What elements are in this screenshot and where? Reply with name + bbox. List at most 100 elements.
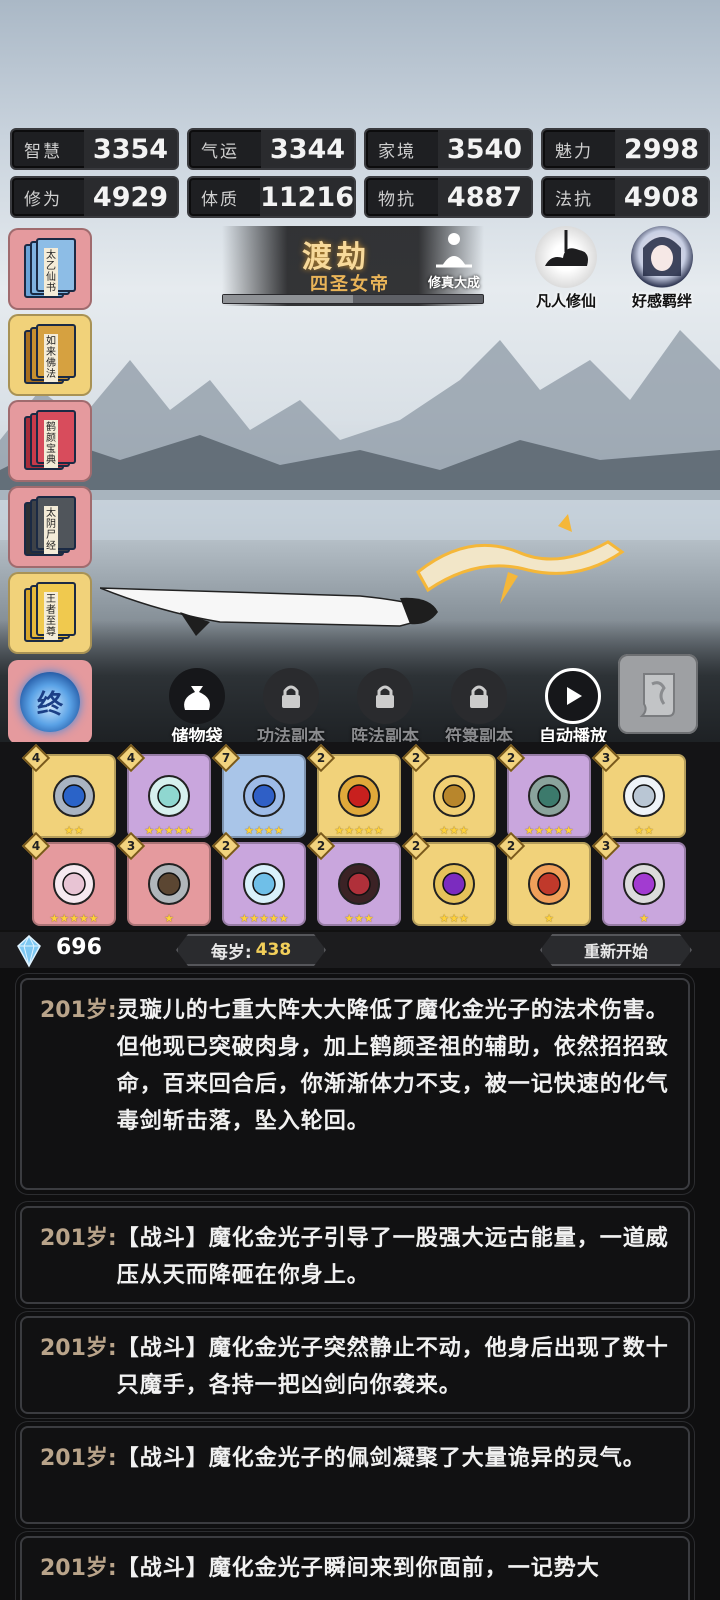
inventory-grid: 4 ★★ 4 ★★★★★ 7 ★★★★ 2 ★★★★★ 2 ★★★ 2 ★★★★★ 3 ★★ 4 ★★★★★ 3… bbox=[21, 743, 686, 926]
log-age: 201岁: bbox=[40, 998, 117, 1023]
inventory-item[interactable]: 2 ★★★ bbox=[401, 831, 496, 926]
log-text: 【战斗】魔化金光子引导了一股强大远古能量，一道威压从天而降砸在你身上。 bbox=[116, 1226, 669, 1288]
meditation-button[interactable]: 修真大成 bbox=[428, 230, 480, 291]
dragon-ring-icon bbox=[433, 775, 475, 817]
item-level: 3 bbox=[601, 751, 611, 765]
inventory-panel: 4 ★★ 4 ★★★★★ 7 ★★★★ 2 ★★★★★ 2 ★★★ 2 ★★★★★ 3 ★★ 4 ★★★★★ 3… bbox=[0, 742, 720, 930]
age-value: 438 bbox=[255, 940, 292, 960]
affection-bond-button[interactable]: 好感羁绊 bbox=[622, 226, 702, 311]
log-age: 201岁: bbox=[40, 1446, 117, 1471]
inventory-item[interactable]: 2 ★★★★★ bbox=[306, 743, 401, 838]
stat-physical-resist: 物抗 4887 bbox=[364, 176, 533, 218]
item-stars: ★★★★★ bbox=[524, 824, 574, 837]
inventory-item[interactable]: 4 ★★★★★ bbox=[21, 831, 116, 926]
item-level-badge: 2 bbox=[306, 743, 336, 773]
item-level: 4 bbox=[126, 751, 136, 765]
formation-dungeon-button[interactable]: 阵法副本 bbox=[338, 668, 432, 747]
stat-wisdom: 智慧 3354 bbox=[10, 128, 179, 170]
stat-value: 3344 bbox=[261, 130, 354, 168]
inventory-item[interactable]: 3 ★★ bbox=[591, 743, 686, 838]
end-flame-icon: 终 bbox=[20, 672, 80, 732]
stat-label: 气运 bbox=[201, 141, 239, 162]
gem-count: 696 bbox=[56, 935, 102, 960]
sidebar: 太乙仙书 如来佛法 鹤颜宝典 太阴尸经 王者至尊 终 bbox=[8, 228, 92, 744]
stat-label: 智慧 bbox=[24, 141, 62, 162]
inventory-item[interactable]: 3 ★ bbox=[116, 831, 211, 926]
age-label: 每岁: bbox=[210, 942, 252, 963]
talisman-dungeon-button[interactable]: 符箓副本 bbox=[432, 668, 526, 747]
mortal-cultivation-label: 凡人修仙 bbox=[535, 292, 596, 310]
golden-dragon-enemy bbox=[416, 514, 625, 604]
red-boots-icon bbox=[528, 863, 570, 905]
item-level: 4 bbox=[31, 751, 41, 765]
item-stars: ★★★ bbox=[344, 912, 374, 925]
book-button-taiyi[interactable]: 太乙仙书 bbox=[8, 228, 92, 310]
log-entry: 201岁: 【战斗】魔化金光子瞬间来到你面前，一记势大 bbox=[20, 1536, 690, 1600]
end-button[interactable]: 终 bbox=[8, 660, 92, 744]
log-text: 【战斗】魔化金光子突然静止不动，他身后出现了数十只魔手，各持一把凶剑向你袭来。 bbox=[116, 1336, 669, 1398]
book-icon: 太阴尸经 bbox=[22, 496, 78, 558]
realm-progress-fill bbox=[223, 295, 353, 303]
item-level-badge: 3 bbox=[591, 743, 621, 773]
boots-icon bbox=[243, 775, 285, 817]
log-age: 201岁: bbox=[40, 1226, 117, 1251]
inventory-item[interactable]: 4 ★★★★★ bbox=[116, 743, 211, 838]
technique-dungeon-button[interactable]: 功法副本 bbox=[244, 668, 338, 747]
item-stars: ★ bbox=[544, 912, 554, 925]
item-level: 2 bbox=[221, 839, 231, 853]
stat-cultivation: 修为 4929 bbox=[10, 176, 179, 218]
stats-panel: 智慧 3354 气运 3344 家境 3540 魅力 2998 修为 4929 体质 112… bbox=[10, 128, 710, 218]
inventory-item[interactable]: 7 ★★★★ bbox=[211, 743, 306, 838]
book-button-heyan[interactable]: 鹤颜宝典 bbox=[8, 400, 92, 482]
book-title: 如来佛法 bbox=[44, 334, 58, 382]
meditation-icon bbox=[436, 233, 472, 268]
serpent-ring-icon bbox=[338, 863, 380, 905]
stat-constitution: 体质 11216 bbox=[187, 176, 356, 218]
meditation-label: 修真大成 bbox=[428, 276, 481, 291]
autoplay-button[interactable]: 自动播放 bbox=[526, 668, 620, 747]
storage-bag-button[interactable]: 储物袋 bbox=[150, 668, 244, 747]
item-level: 2 bbox=[506, 839, 516, 853]
battle-scene bbox=[0, 0, 720, 760]
book-button-rulai[interactable]: 如来佛法 bbox=[8, 314, 92, 396]
sword-icon bbox=[623, 863, 665, 905]
inventory-item[interactable]: 3 ★ bbox=[591, 831, 686, 926]
stat-label: 魅力 bbox=[555, 141, 593, 162]
stat-label: 家境 bbox=[378, 141, 416, 162]
item-level: 7 bbox=[221, 751, 231, 765]
restart-button[interactable]: 重新开始 bbox=[540, 934, 692, 966]
inventory-item[interactable]: 2 ★ bbox=[496, 831, 591, 926]
item-level-badge: 2 bbox=[401, 743, 431, 773]
stat-value: 3540 bbox=[438, 130, 531, 168]
event-log[interactable]: 201岁: 灵璇儿的七重大阵大大降低了魔化金光子的法术伤害。但他现已突破肉身，加… bbox=[0, 968, 720, 1600]
item-level: 3 bbox=[126, 839, 136, 853]
book-button-taiyin[interactable]: 太阴尸经 bbox=[8, 486, 92, 568]
inventory-item[interactable]: 2 ★★★ bbox=[401, 743, 496, 838]
blue-orb-amulet-icon bbox=[53, 775, 95, 817]
book-button-wangzhe[interactable]: 王者至尊 bbox=[8, 572, 92, 654]
stat-value: 4908 bbox=[615, 178, 708, 216]
status-bar: 696 每岁: 438 重新开始 bbox=[0, 932, 720, 968]
item-level-badge: 7 bbox=[211, 743, 241, 773]
inventory-item[interactable]: 2 ★★★★★ bbox=[496, 743, 591, 838]
stat-magic-resist: 法抗 4908 bbox=[541, 176, 710, 218]
stat-label: 物抗 bbox=[378, 189, 416, 210]
action-bar: 储物袋 功法副本 阵法副本 符箓副本 自动播放 bbox=[150, 668, 620, 747]
inventory-item[interactable]: 2 ★★★ bbox=[306, 831, 401, 926]
mortal-cultivation-button[interactable]: 凡人修仙 bbox=[526, 226, 606, 311]
book-title: 鹤颜宝典 bbox=[44, 420, 58, 468]
item-stars: ★★★★★ bbox=[334, 824, 384, 837]
item-stars: ★★ bbox=[64, 824, 84, 837]
item-stars: ★★★★ bbox=[244, 824, 284, 837]
scroll-icon bbox=[639, 673, 675, 717]
log-entry: 201岁: 灵璇儿的七重大阵大大降低了魔化金光子的法术伤害。但他现已突破肉身，加… bbox=[20, 978, 690, 1190]
cloud-orb-icon bbox=[623, 775, 665, 817]
stat-charm: 魅力 2998 bbox=[541, 128, 710, 170]
inventory-item[interactable]: 4 ★★ bbox=[21, 743, 116, 838]
inventory-item[interactable]: 2 ★★★★★ bbox=[211, 831, 306, 926]
realm-progress-bar bbox=[222, 294, 484, 304]
stat-label: 修为 bbox=[24, 189, 62, 210]
lock-icon bbox=[357, 668, 413, 724]
log-entry: 201岁: 【战斗】魔化金光子突然静止不动，他身后出现了数十只魔手，各持一把凶剑… bbox=[20, 1316, 690, 1414]
scroll-menu-button[interactable] bbox=[618, 654, 698, 734]
